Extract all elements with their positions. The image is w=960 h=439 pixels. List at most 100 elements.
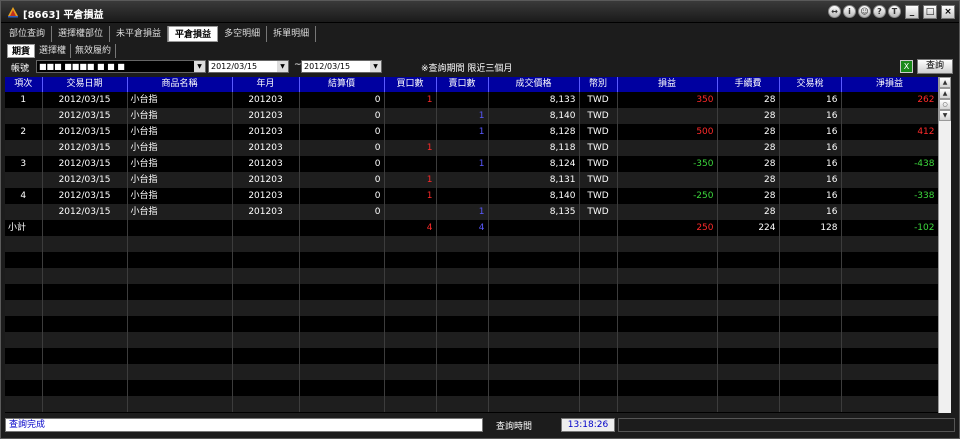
cell-currency xyxy=(579,348,618,364)
col-header-fee[interactable]: 手續費 xyxy=(717,77,780,92)
col-header-currency[interactable]: 幣別 xyxy=(579,77,618,92)
cell-sell-qty xyxy=(436,364,489,380)
cell-settle-price: 0 xyxy=(299,92,385,108)
info-icon[interactable]: i xyxy=(843,5,856,18)
empty-row[interactable] xyxy=(5,236,938,252)
help-icon[interactable]: ? xyxy=(873,5,886,18)
cell-pnl xyxy=(617,252,718,268)
cell-tax xyxy=(779,380,842,396)
col-header-index[interactable]: 項次 xyxy=(5,77,43,92)
cell-sell-qty xyxy=(436,140,489,156)
subtab-futures[interactable]: 期貨 xyxy=(7,44,36,58)
cell-trade-date: 2012/03/15 xyxy=(42,124,128,140)
cell-sell-qty: 1 xyxy=(436,124,489,140)
scroll-up-icon[interactable]: ▲ xyxy=(939,88,951,99)
cell-pnl: -350 xyxy=(617,156,718,172)
col-header-buy-qty[interactable]: 買口數 xyxy=(384,77,437,92)
table-row[interactable]: 2 2012/03/15 小台指 201203 0 1 8,128 TWD 500 28 16 412 xyxy=(5,124,938,140)
chevron-down-icon[interactable]: ▼ xyxy=(277,61,288,72)
date-to-field[interactable]: 2012/03/15 ▼ xyxy=(301,60,382,73)
col-header-sell-qty[interactable]: 賣口數 xyxy=(436,77,489,92)
col-header-fill-price[interactable]: 成交價格 xyxy=(488,77,580,92)
close-button[interactable]: × xyxy=(941,5,955,19)
text-icon[interactable]: T xyxy=(888,5,901,18)
subtab-invalid-exercise[interactable]: 無效履約 xyxy=(71,44,117,58)
col-header-settle-price[interactable]: 結算價 xyxy=(299,77,385,92)
cell-product xyxy=(127,284,233,300)
maximize-button[interactable]: □ xyxy=(923,5,937,19)
title-bar[interactable]: [8663] 平倉損益 ↔ i ☺ ? T _ □ × xyxy=(1,1,959,23)
empty-row[interactable] xyxy=(5,332,938,348)
table-row[interactable]: 2012/03/15 小台指 201203 0 1 8,135 TWD 28 16 xyxy=(5,204,938,220)
cell-buy-qty xyxy=(384,108,437,124)
table-row[interactable]: 3 2012/03/15 小台指 201203 0 1 8,124 TWD -350 28 16 -4… xyxy=(5,156,938,172)
cell-fee xyxy=(717,268,780,284)
tab-option-positions[interactable]: 選擇權部位 xyxy=(52,26,111,42)
cell-month xyxy=(232,364,300,380)
table-row[interactable]: 小計 4 4 250 224 128 -102 xyxy=(5,220,938,236)
cell-index xyxy=(5,108,43,124)
col-header-net-pnl[interactable]: 淨損益 xyxy=(841,77,938,92)
date-from-field[interactable]: 2012/03/15 ▼ xyxy=(208,60,289,73)
cell-trade-date xyxy=(42,284,128,300)
link-icon[interactable]: ↔ xyxy=(828,5,841,18)
tab-realized-pnl[interactable]: 平倉損益 xyxy=(168,26,219,42)
table-row[interactable]: 2012/03/15 小台指 201203 0 1 8,131 TWD 28 16 xyxy=(5,172,938,188)
empty-row[interactable] xyxy=(5,252,938,268)
cell-settle-price xyxy=(299,284,385,300)
cell-pnl xyxy=(617,108,718,124)
cell-tax xyxy=(779,396,842,412)
cell-sell-qty: 4 xyxy=(436,220,489,236)
cell-product: 小台指 xyxy=(127,124,233,140)
cell-tax: 16 xyxy=(779,156,842,172)
cell-pnl xyxy=(617,364,718,380)
empty-row[interactable] xyxy=(5,300,938,316)
cell-fill-price xyxy=(488,348,580,364)
tab-long-short-detail[interactable]: 多空明細 xyxy=(218,26,268,42)
cell-trade-date xyxy=(42,348,128,364)
empty-row[interactable] xyxy=(5,348,938,364)
table-header: 項次 交易日期 商品名稱 年月 結算價 買口數 賣口數 成交價格 幣別 損益 手… xyxy=(5,77,938,92)
table-row[interactable]: 2012/03/15 小台指 201203 0 1 8,140 TWD 28 16 xyxy=(5,108,938,124)
cell-settle-price: 0 xyxy=(299,156,385,172)
cell-tax: 128 xyxy=(779,220,842,236)
cell-settle-price: 0 xyxy=(299,204,385,220)
subtab-options[interactable]: 選擇權 xyxy=(35,44,72,58)
empty-row[interactable] xyxy=(5,268,938,284)
empty-row[interactable] xyxy=(5,364,938,380)
cell-product xyxy=(127,396,233,412)
col-header-product[interactable]: 商品名稱 xyxy=(127,77,233,92)
cell-currency: TWD xyxy=(579,140,618,156)
excel-export-icon[interactable]: X xyxy=(900,60,913,73)
table-row[interactable]: 4 2012/03/15 小台指 201203 0 1 8,140 TWD -250 28 16 -3… xyxy=(5,188,938,204)
vertical-scrollbar[interactable]: ▲ ▲ ○ ▼ xyxy=(938,77,951,413)
empty-row[interactable] xyxy=(5,396,938,412)
chevron-down-icon[interactable]: ▼ xyxy=(370,61,381,72)
cell-settle-price xyxy=(299,316,385,332)
table-row[interactable]: 2012/03/15 小台指 201203 0 1 8,118 TWD 28 16 xyxy=(5,140,938,156)
minimize-button[interactable]: _ xyxy=(905,5,919,19)
col-header-month[interactable]: 年月 xyxy=(232,77,300,92)
tab-split-detail[interactable]: 拆單明細 xyxy=(267,26,317,42)
cell-trade-date xyxy=(42,364,128,380)
empty-row[interactable] xyxy=(5,284,938,300)
scroll-top-icon[interactable]: ▲ xyxy=(939,77,951,88)
col-header-pnl[interactable]: 損益 xyxy=(617,77,718,92)
user-icon[interactable]: ☺ xyxy=(858,5,871,18)
scroll-down-icon[interactable]: ▼ xyxy=(939,110,951,121)
cell-pnl xyxy=(617,396,718,412)
tab-positions[interactable]: 部位查詢 xyxy=(3,26,53,42)
scroll-thumb[interactable]: ○ xyxy=(939,99,951,110)
chevron-down-icon[interactable]: ▼ xyxy=(194,61,205,72)
cell-month xyxy=(232,380,300,396)
query-button[interactable]: 查詢 xyxy=(917,59,953,74)
account-value: ■■■ ■■■■ ■ ■ ■ xyxy=(39,62,125,71)
empty-row[interactable] xyxy=(5,380,938,396)
account-select[interactable]: ■■■ ■■■■ ■ ■ ■ ▼ xyxy=(36,60,206,73)
col-header-trade-date[interactable]: 交易日期 xyxy=(42,77,128,92)
col-header-tax[interactable]: 交易稅 xyxy=(779,77,842,92)
cell-buy-qty xyxy=(384,252,437,268)
table-row[interactable]: 1 2012/03/15 小台指 201203 0 1 8,133 TWD 350 28 16 262 xyxy=(5,92,938,108)
tab-unrealized-pnl[interactable]: 未平倉損益 xyxy=(110,26,169,42)
empty-row[interactable] xyxy=(5,316,938,332)
